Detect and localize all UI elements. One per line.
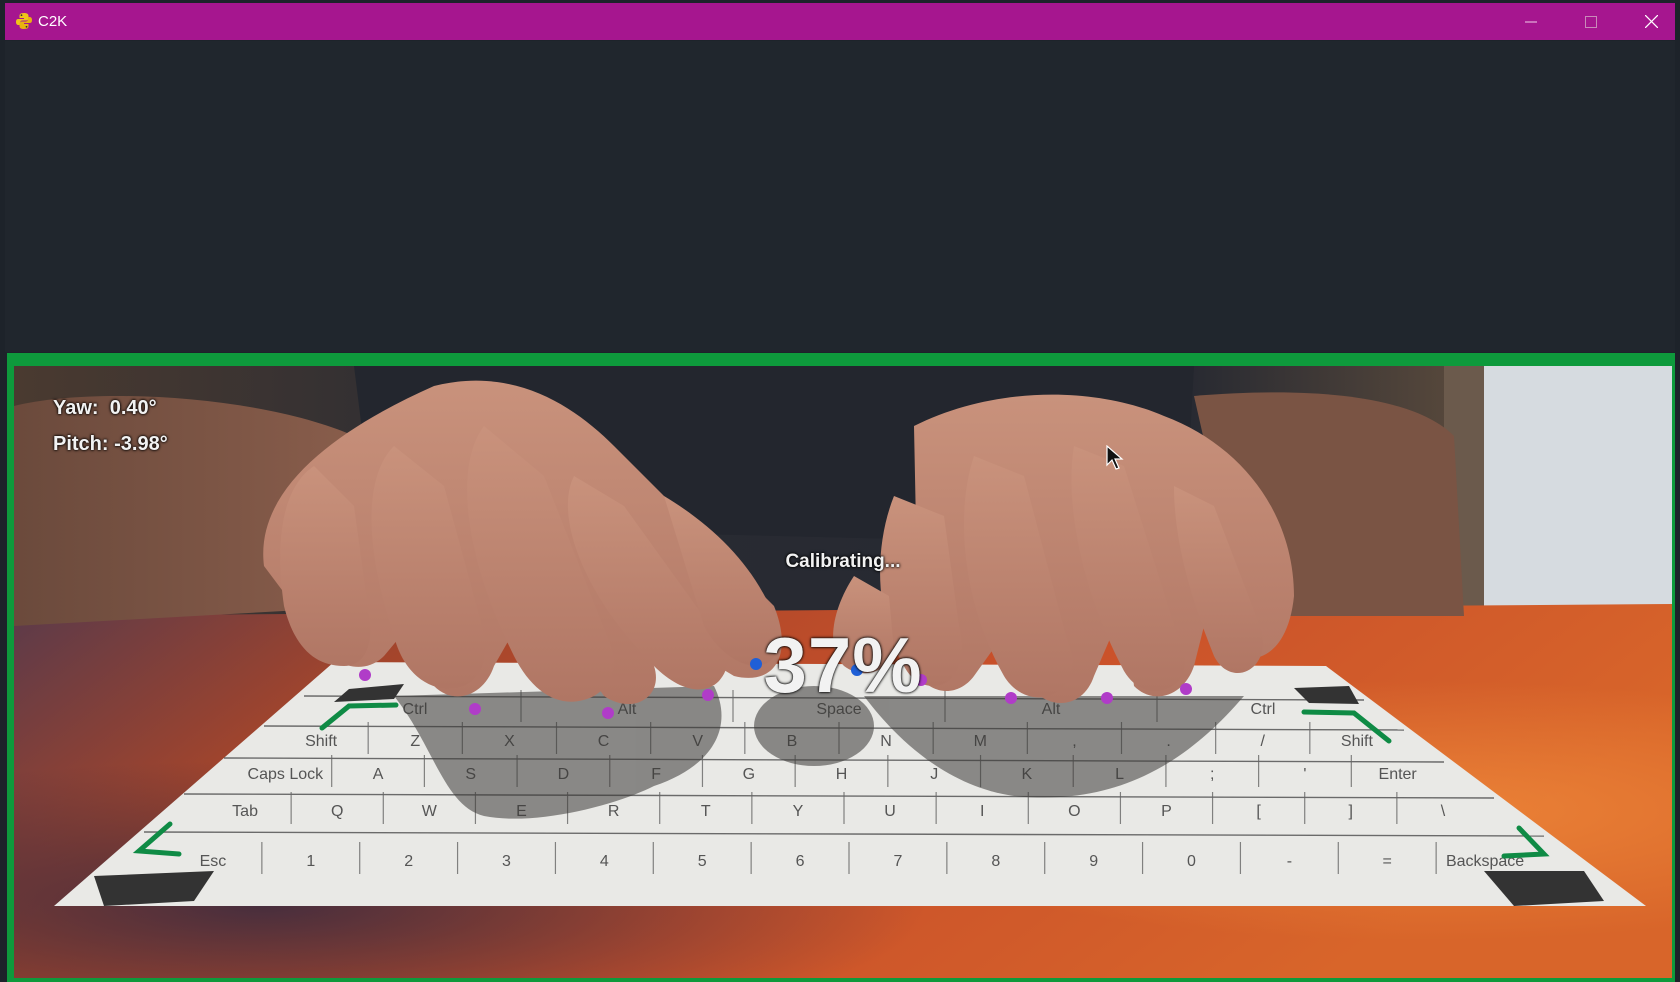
- keyboard-key-label: I: [980, 803, 984, 820]
- maximize-button[interactable]: [1561, 3, 1621, 40]
- maximize-icon: [1585, 15, 1597, 28]
- keyboard-key-label: 4: [600, 853, 609, 870]
- keyboard-key-label: Shift: [1341, 733, 1374, 750]
- keyboard-key-label: 5: [698, 853, 707, 870]
- keyboard-key-label: 3: [502, 853, 511, 870]
- python-icon: [16, 13, 32, 29]
- keyboard-key-label: 7: [893, 853, 902, 870]
- keyboard-key-label: Y: [793, 803, 804, 820]
- keyboard-key-label: A: [373, 766, 384, 783]
- window-title: C2K: [38, 13, 68, 30]
- app-window: C2K Esc 1 2 3 4 5 6 7 8 9 0 - = Backspac…: [0, 0, 1680, 982]
- keyboard-key-label: P: [1161, 803, 1172, 820]
- keyboard-key-label: ': [1303, 766, 1306, 783]
- keyboard-key-label: Tab: [232, 803, 258, 820]
- keyboard-key-label: [: [1256, 803, 1261, 820]
- keyboard-key-label: =: [1383, 853, 1392, 870]
- keyboard-key-label: O: [1068, 803, 1080, 820]
- empty-output-panel: [5, 41, 1675, 352]
- keyboard-key-label: R: [608, 803, 620, 820]
- keyboard-key-label: 8: [991, 853, 1000, 870]
- keyboard-key-label: J: [930, 766, 938, 783]
- minimize-button[interactable]: [1501, 3, 1561, 40]
- keyboard-key-label: 1: [306, 853, 315, 870]
- yaw-label: Yaw:: [53, 397, 99, 419]
- pitch-label: Pitch:: [53, 433, 109, 455]
- keyboard-key-label: U: [884, 803, 896, 820]
- keyboard-key-label: ;: [1210, 766, 1214, 783]
- yaw-readout: Yaw: 0.40°: [53, 397, 157, 420]
- keyboard-key-label: Caps Lock: [248, 766, 325, 783]
- keyboard-key-label: Esc: [200, 853, 227, 870]
- yaw-value: 0.40°: [109, 397, 157, 419]
- keyboard-key-label: H: [836, 766, 848, 783]
- keyboard-key-label: 0: [1187, 853, 1196, 870]
- keyboard-key-label: 2: [404, 853, 413, 870]
- close-button[interactable]: [1621, 3, 1680, 40]
- camera-frame-border: Esc1234567890-=BackspaceTabQWERTYUIOP[]\…: [7, 353, 1675, 982]
- keyboard-key-label: Shift: [305, 733, 338, 750]
- title-bar[interactable]: C2K: [5, 3, 1675, 40]
- camera-view: Esc1234567890-=BackspaceTabQWERTYUIOP[]\…: [14, 366, 1672, 978]
- calibration-status: Calibrating...: [785, 551, 901, 572]
- close-icon: [1644, 15, 1658, 28]
- calibration-progress: 37%: [763, 621, 923, 709]
- keyboard-key-label: Q: [331, 803, 343, 820]
- keyboard-key-label: -: [1287, 853, 1292, 870]
- pitch-value: -3.98°: [114, 433, 168, 455]
- pitch-readout: Pitch: -3.98°: [53, 433, 168, 456]
- keyboard-key-label: 9: [1089, 853, 1098, 870]
- keyboard-key-label: Z: [410, 733, 420, 750]
- keyboard-key-label: /: [1261, 733, 1266, 750]
- keyboard-key-label: G: [743, 766, 755, 783]
- minimize-icon: [1525, 21, 1537, 22]
- keyboard-key-label: W: [422, 803, 438, 820]
- keyboard-key-label: T: [701, 803, 711, 820]
- keyboard-key-label: ]: [1349, 803, 1353, 820]
- keyboard-key-label: Enter: [1379, 766, 1418, 783]
- mouse-cursor-icon: [1106, 445, 1124, 470]
- keyboard-key-label: N: [880, 733, 892, 750]
- keyboard-key-label: \: [1441, 803, 1446, 820]
- keyboard-key-label: 6: [796, 853, 805, 870]
